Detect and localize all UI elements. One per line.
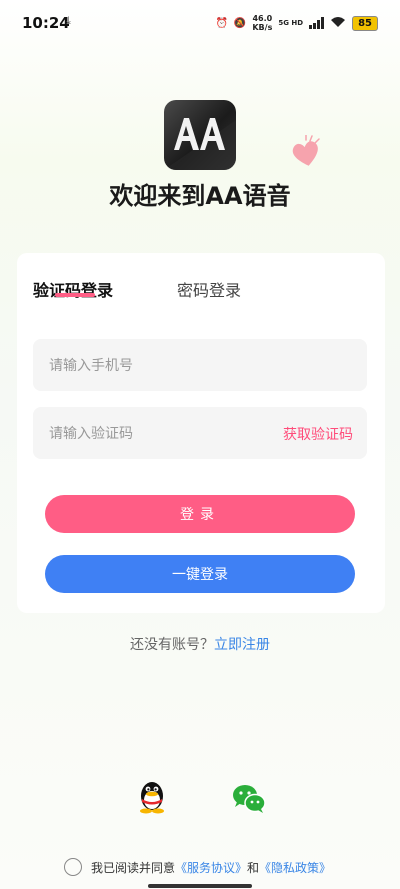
heart-icon (288, 134, 324, 171)
code-field: 获取验证码 (33, 407, 367, 461)
agreement-and: 和 (247, 860, 260, 875)
phone-field (33, 339, 367, 393)
page-title: 欢迎来到AA语音 (109, 182, 291, 210)
register-prompt-text: 还没有账号？ (130, 637, 214, 653)
agreement-checkbox[interactable] (64, 858, 82, 876)
login-button[interactable]: 登录 (45, 495, 355, 533)
network-type: 5G HD (278, 19, 304, 27)
register-link[interactable]: 立即注册 (214, 637, 270, 653)
network-speed: 46.0 KB/s (252, 14, 272, 32)
status-icons: ⏰ 🔕 46.0 KB/s 5G HD 85 (215, 14, 378, 32)
register-prompt: 还没有账号？立即注册 (0, 634, 400, 654)
wifi-icon (330, 16, 346, 31)
service-agreement-link[interactable]: 《服务协议》 (175, 859, 247, 876)
battery-icon: 85 (352, 15, 378, 31)
phone-input[interactable] (47, 339, 271, 393)
mute-icon: 🔕 (233, 17, 247, 29)
speed-value: 46.0 (252, 14, 273, 23)
speed-unit: KB/s (252, 23, 273, 32)
download-icon: ⤓ (66, 14, 71, 27)
one-key-login-button[interactable]: 一键登录 (45, 555, 355, 593)
get-code-button[interactable]: 获取验证码 (283, 424, 353, 444)
home-indicator[interactable] (148, 884, 252, 888)
agreement-prefix: 我已阅读并同意 (91, 860, 176, 875)
agreement-row: 我已阅读并同意 《服务协议》 和 《隐私政策》 (64, 858, 331, 876)
app-logo-icon (164, 100, 236, 170)
wechat-icon[interactable] (232, 784, 266, 814)
alarm-icon: ⏰ (215, 17, 228, 29)
active-tab-indicator (55, 293, 95, 297)
qq-icon[interactable] (137, 780, 167, 814)
status-bar: 10:24 ⤓ ⏰ 🔕 46.0 KB/s 5G HD 85 (0, 0, 400, 48)
tab-password-login[interactable]: 密码登录 (177, 277, 241, 301)
tab-code-login[interactable]: 验证码登录 (33, 277, 113, 301)
signal-icon (309, 17, 325, 29)
privacy-policy-link[interactable]: 《隐私政策》 (259, 859, 331, 876)
code-input[interactable] (47, 407, 271, 461)
login-card: 验证码登录 密码登录 获取验证码 登录 一键登录 (17, 253, 385, 613)
status-time: 10:24 (22, 14, 70, 32)
